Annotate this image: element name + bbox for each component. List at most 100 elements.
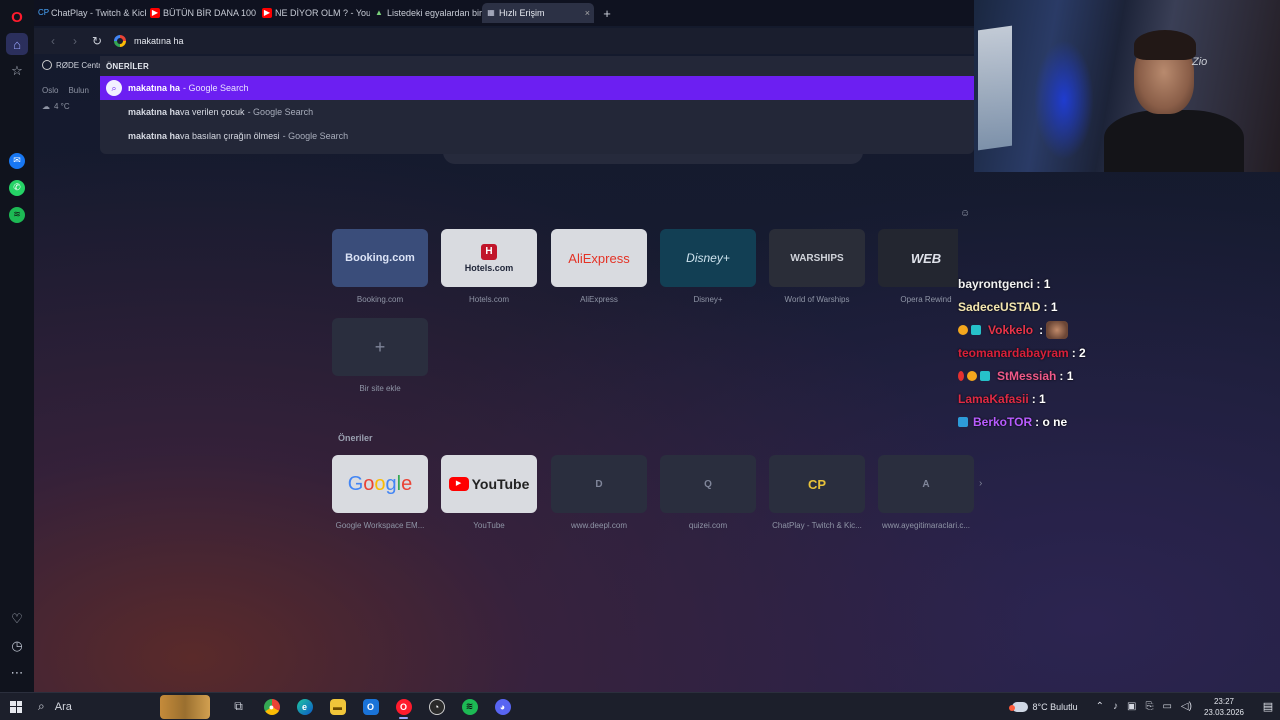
chat-message: bayrontgenci : 1: [958, 272, 1128, 295]
usb-icon[interactable]: ⎘: [1145, 701, 1153, 712]
chat-text: : 1: [1043, 299, 1058, 314]
speed-dial-add-site[interactable]: + Bir site ekle: [332, 318, 428, 393]
tab-label: ChatPlay - Twitch & Kick Entegrasyonu: [51, 8, 146, 18]
suggestion-item[interactable]: makatına ha va basılan çırağın ölmesi - …: [100, 124, 974, 148]
opera-rewind-tile[interactable]: WEB: [878, 229, 958, 287]
suggested-deepl[interactable]: D www.deepl.com: [551, 455, 647, 530]
forward-icon[interactable]: ›: [64, 34, 86, 48]
bookmarks-star-icon[interactable]: ☆: [6, 60, 28, 82]
google-search-engine-icon[interactable]: [114, 35, 126, 47]
weather-tab[interactable]: Bulun: [68, 86, 88, 95]
badge-icon: [958, 416, 968, 427]
chat-text: : 2: [1071, 345, 1086, 360]
new-tab-button[interactable]: +: [598, 6, 616, 21]
youtube-tile[interactable]: ▶ YouTube: [441, 455, 537, 513]
tab-label: Listedeki egyalardan bir tanesi: [387, 8, 482, 18]
file-explorer-icon[interactable]: ▬: [321, 693, 354, 720]
booking-tile[interactable]: Booking.com: [332, 229, 428, 287]
start-button[interactable]: [0, 700, 32, 713]
disney-tile[interactable]: Disney+: [660, 229, 756, 287]
history-clock-icon[interactable]: ◷: [6, 635, 28, 657]
chat-message: SadeceUSTAD : 1: [958, 295, 1128, 318]
chatplay-tile[interactable]: CP: [769, 455, 865, 513]
discord-icon[interactable]: ◕: [486, 693, 519, 720]
suggested-youtube[interactable]: ▶ YouTube YouTube: [441, 455, 537, 530]
quizei-tile[interactable]: Q: [660, 455, 756, 513]
tab-list[interactable]: ▲ Listedeki egyalardan bir tanesi: [370, 3, 482, 23]
suggestion-item[interactable]: ⌕ makatına ha - Google Search: [100, 76, 974, 100]
suggested-google[interactable]: Google Google Workspace EM...: [332, 455, 428, 530]
weather-city[interactable]: Oslo: [42, 86, 58, 95]
dial-caption: www.ayegitimaraclari.c...: [881, 521, 971, 530]
deepl-tile[interactable]: D: [551, 455, 647, 513]
camera-icon[interactable]: ▣: [1127, 701, 1136, 712]
suggestion-item[interactable]: makatına ha va verilen çocuk - Google Se…: [100, 100, 974, 124]
address-input[interactable]: [134, 36, 534, 46]
youtube-tile-label: YouTube: [471, 476, 530, 492]
back-icon[interactable]: ‹: [42, 34, 64, 48]
dial-caption: ChatPlay - Twitch & Kic...: [772, 521, 862, 530]
chat-text: :: [1039, 322, 1044, 337]
ayegitim-tile[interactable]: A: [878, 455, 974, 513]
task-view-icon[interactable]: ⧉: [222, 693, 255, 720]
reload-icon[interactable]: ↻: [86, 34, 108, 48]
tab-youtube-2[interactable]: ▶ NE DİYOR OLM ? - YouTube: [258, 3, 370, 23]
home-icon[interactable]: ⌂: [6, 33, 28, 55]
network-icon[interactable]: ▭: [1162, 701, 1171, 712]
youtube-icon: ▶: [150, 8, 160, 18]
webcam-window-shape: [978, 25, 1012, 151]
whatsapp-icon[interactable]: ✆: [6, 177, 28, 199]
rode-icon: [42, 60, 52, 70]
speed-dial-aliexpress[interactable]: AliExpress AliExpress: [551, 229, 647, 304]
chrome-icon[interactable]: ●: [255, 693, 288, 720]
dial-caption: Bir site ekle: [359, 384, 401, 393]
volume-icon[interactable]: ◁): [1181, 701, 1192, 712]
chat-text: : 1: [1031, 391, 1046, 406]
taskbar-search[interactable]: ⌕ Ara: [32, 696, 172, 718]
more-icon[interactable]: ⋯: [6, 662, 28, 684]
suggestion-query: makatına ha: [128, 83, 181, 93]
add-site-icon[interactable]: +: [332, 318, 428, 376]
system-tray: 8°C Bulutlu ⌃ ♪ ▣ ⎘ ▭ ◁) 23:27 23.03.202…: [1008, 693, 1280, 720]
google-tile[interactable]: Google: [332, 455, 428, 513]
taskbar-clock[interactable]: 23:27 23.03.2026: [1204, 696, 1244, 718]
taskbar-weather[interactable]: 8°C Bulutlu: [1008, 701, 1078, 712]
opera-taskbar-icon[interactable]: O: [387, 693, 420, 720]
spotify-taskbar-icon[interactable]: ≋: [453, 693, 486, 720]
speed-dial-warships[interactable]: WARSHIPS World of Warships: [769, 229, 865, 304]
tab-youtube-1[interactable]: ▶ BÜTÜN BİR DANA 100 KG: [146, 3, 258, 23]
warships-tile[interactable]: WARSHIPS: [769, 229, 865, 287]
opera-logo-icon[interactable]: O: [6, 6, 28, 28]
speed-dial-hotels[interactable]: H Hotels.com Hotels.com: [441, 229, 537, 304]
tab-speed-dial[interactable]: ▦ Hızlı Erişim ×: [482, 3, 594, 23]
tab-label: Hızlı Erişim: [499, 8, 545, 18]
chat-user: teomanardabayram: [958, 345, 1069, 360]
speed-dial-booking[interactable]: Booking.com Booking.com: [332, 229, 428, 304]
speed-dial-opera-rewind[interactable]: WEB Opera Rewind: [878, 229, 958, 304]
speed-dial-disney[interactable]: Disney+ Disney+: [660, 229, 756, 304]
hotels-tile[interactable]: H Hotels.com: [441, 229, 537, 287]
chevron-up-icon[interactable]: ⌃: [1096, 701, 1104, 712]
suggestions-dropdown: ÖNERİLER ⌕ makatına ha - Google Search m…: [100, 56, 974, 154]
messenger-icon[interactable]: ✉: [6, 150, 28, 172]
suggestions-section-label: Öneriler: [338, 433, 373, 443]
outlook-icon[interactable]: O: [354, 693, 387, 720]
edge-icon[interactable]: e: [288, 693, 321, 720]
tab-chatplay[interactable]: CP ChatPlay - Twitch & Kick Entegrasyonu: [34, 3, 146, 23]
spotify-icon[interactable]: ≋: [6, 204, 28, 226]
microphone-icon[interactable]: ♪: [1113, 701, 1118, 712]
suggested-quizei[interactable]: Q quizei.com: [660, 455, 756, 530]
notification-icon[interactable]: ▤: [1256, 700, 1280, 713]
heart-icon[interactable]: ♡: [6, 608, 28, 630]
suggested-chatplay[interactable]: CP ChatPlay - Twitch & Kic...: [769, 455, 865, 530]
webcam-hair-shape: [1134, 30, 1196, 60]
obs-icon[interactable]: ◔: [420, 693, 453, 720]
dial-caption: YouTube: [473, 521, 505, 530]
chevron-right-icon[interactable]: ›: [979, 478, 982, 489]
badge-icon: [958, 324, 968, 335]
suggested-ayegitim[interactable]: A www.ayegitimaraclari.c...: [878, 455, 974, 530]
aliexpress-tile[interactable]: AliExpress: [551, 229, 647, 287]
youtube-icon: ▶: [262, 8, 272, 18]
close-tab-icon[interactable]: ×: [585, 8, 590, 18]
badge-icon: [971, 324, 981, 335]
